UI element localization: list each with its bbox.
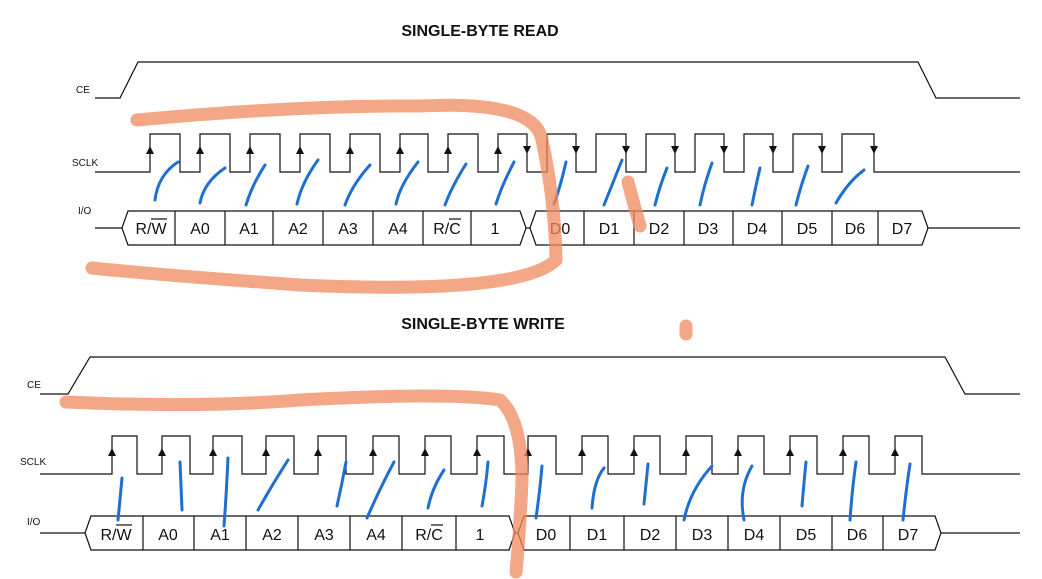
write-cell-rc: R/C [415, 527, 443, 544]
read-ce-label: CE [76, 85, 90, 96]
write-cell-d3: D3 [692, 527, 713, 544]
read-cell-d1: D1 [599, 221, 620, 238]
read-cell-d5: D5 [797, 221, 818, 238]
write-io-label: I/O [27, 517, 41, 528]
write-io-bus-outline [40, 515, 1020, 551]
write-title: SINGLE-BYTE WRITE [401, 316, 565, 333]
read-cell-d2: D2 [649, 221, 670, 238]
write-io-cells: R/W A0 A1 A2 A3 A4 R/C 1 D0 D1 D2 D3 D4 … [100, 527, 918, 544]
read-sclk-waveform [95, 133, 1020, 173]
read-cell-d4: D4 [747, 221, 768, 238]
write-cell-d0: D0 [536, 527, 557, 544]
read-sclk-label: SCLK [72, 158, 98, 169]
write-cell-d5: D5 [796, 527, 817, 544]
read-cell-rw: R/W [135, 221, 167, 238]
write-cell-a0: A0 [158, 527, 178, 544]
write-cell-rw: R/W [100, 527, 132, 544]
write-cell-d4: D4 [744, 527, 765, 544]
write-diagram: SINGLE-BYTE WRITE CE SCLK I/O R/W A0 A1 … [20, 316, 1020, 579]
read-sclk-arrows [146, 146, 878, 154]
read-blue-annotations [153, 158, 866, 207]
write-cell-a3: A3 [314, 527, 334, 544]
write-cell-d2: D2 [640, 527, 661, 544]
read-cell-rc: R/C [433, 221, 461, 238]
read-cell-a1: A1 [239, 221, 259, 238]
read-diagram: SINGLE-BYTE READ CE SCLK I/O R/W A0 A1 A… [72, 23, 1020, 294]
write-ce-label: CE [27, 380, 41, 391]
write-cell-1: 1 [476, 527, 485, 544]
write-cell-a4: A4 [366, 527, 386, 544]
write-cell-d6: D6 [847, 527, 868, 544]
read-cell-d6: D6 [845, 221, 866, 238]
write-cell-a2: A2 [262, 527, 282, 544]
read-cell-a3: A3 [338, 221, 358, 238]
read-cell-a4: A4 [388, 221, 408, 238]
read-ce-waveform [95, 61, 1020, 99]
read-cell-a0: A0 [190, 221, 210, 238]
read-cell-d7: D7 [892, 221, 913, 238]
read-orange-highlight [85, 98, 647, 294]
write-ce-waveform [40, 356, 1020, 395]
write-cell-d7: D7 [898, 527, 919, 544]
read-cell-a2: A2 [288, 221, 308, 238]
write-cell-a1: A1 [210, 527, 230, 544]
read-cell-1: 1 [491, 221, 500, 238]
timing-diagram: SINGLE-BYTE READ CE SCLK I/O R/W A0 A1 A… [20, 23, 1020, 579]
read-title: SINGLE-BYTE READ [401, 23, 558, 40]
read-io-label: I/O [78, 206, 92, 217]
write-sclk-label: SCLK [20, 457, 46, 468]
read-cell-d3: D3 [698, 221, 719, 238]
write-cell-d1: D1 [587, 527, 608, 544]
